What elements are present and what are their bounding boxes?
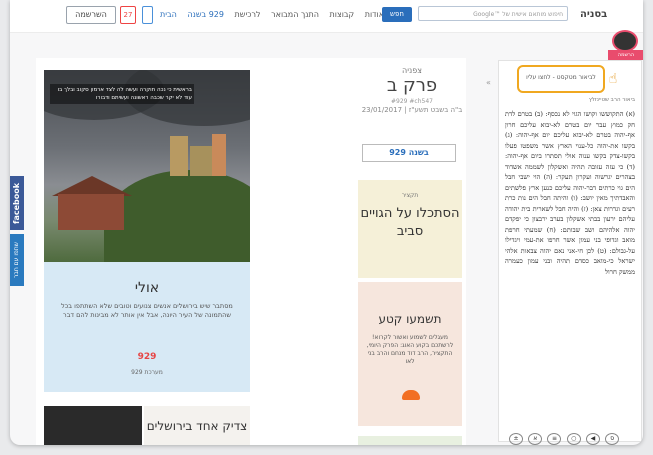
summary-title: הסתכלו על הגויים סביב [360, 206, 460, 239]
house-shape [58, 194, 124, 230]
audio-title: תשמעו קטע [378, 312, 442, 326]
book-selector[interactable]: בסניה [580, 9, 607, 20]
castle-shape [164, 130, 234, 190]
house-roof-shape [52, 176, 132, 196]
brand-logo: 929 [137, 352, 157, 362]
nav-item-tanakh[interactable]: התנך המבואר [271, 10, 319, 19]
chapter-column: צפניה פרק ב #929 #ch547 23/01/2017 | ב"ה… [264, 58, 464, 445]
main-content: בראשית כי נכה חוקרה ועשה לה לצד ארמון סק… [36, 58, 466, 445]
nav-item-counter[interactable]: 929 בשנה [187, 10, 224, 19]
search-button[interactable]: חפש [382, 7, 412, 22]
text-panel: לביאור מטקסט - לחצו עליו ☝ ביאור הרב שטי… [498, 60, 642, 445]
main-nav: אודות קבוצות התנך המבואר לרכישת 929 בשנה… [160, 10, 392, 19]
avatar-badge[interactable] [612, 30, 638, 52]
share-friend-button[interactable]: שתפו עם חבר [10, 234, 24, 286]
hand-pointer-icon: ☝ [608, 71, 618, 87]
nav-item-groups[interactable]: קבוצות [330, 10, 355, 19]
chapter-title: פרק ב [386, 75, 438, 96]
panel-header-button[interactable]: לביאור מטקסט - לחצו עליו [517, 65, 605, 93]
audio-card[interactable]: תשמעו קטע מעגלים לשמוע ואשור לקרוא! לרשת… [358, 282, 462, 426]
chapter-tags: #929 #ch547 [391, 98, 433, 105]
image-overlay-text: בראשית כי נכה חוקרה ועשה לה לצד ארמון סק… [50, 84, 194, 104]
counter-button[interactable]: 929 בשנה [362, 144, 456, 162]
phone-icon[interactable] [142, 6, 153, 24]
aleph-icon[interactable]: א [528, 433, 543, 445]
feature-image[interactable]: בראשית כי נכה חוקרה ועשה לה לצד ארמון סק… [44, 70, 250, 262]
nav-item-purchase[interactable]: לרכישת [235, 10, 261, 19]
signup-tag[interactable]: הרשמה למהדורת [608, 50, 643, 68]
chapter-book: צפניה [402, 66, 422, 75]
menu-icon[interactable]: ≡ [547, 433, 562, 445]
browser-stage: השרשמה 27 אודות קבוצות התנך המבואר לרכיש… [10, 0, 643, 445]
sub-bar: ב [10, 32, 643, 46]
summary-kicker: תקציר [401, 192, 419, 199]
chapter-text[interactable]: (א) התקוששו וקושו הגוי לא נכסף: (ב) בטרם… [505, 109, 635, 427]
screen-frame: השרשמה 27 אודות קבוצות התנך המבואר לרכיש… [0, 0, 653, 455]
panel-subheading: ביאור הרב שטיינזלץ [588, 97, 635, 103]
calendar-icon[interactable]: 27 [120, 6, 136, 24]
play-icon[interactable]: ◀ [585, 433, 600, 445]
audio-description: מעגלים לשמוע ואשור לקרוא! לרשתכם בקוע הא… [366, 334, 454, 365]
chapter-date: 23/01/2017 | ב"ה בשבט תשע"ז [361, 106, 463, 114]
top-bar: השרשמה 27 אודות קבוצות התנך המבואר לרכיש… [10, 0, 643, 33]
feature-card[interactable]: אולי מסתבר שיש בירושלים אנשים צנועים וטו… [44, 262, 250, 392]
font-size-icon[interactable]: ± [509, 433, 523, 445]
next-card[interactable] [358, 436, 462, 445]
summary-card[interactable]: תקציר הסתכלו על הגויים סביב [358, 180, 462, 278]
feature-description: מסתבר שיש בירושלים אנשים צנועים וטובים ש… [61, 302, 233, 319]
circle-icon[interactable]: ○ [566, 433, 581, 445]
text-toolbar: ± א ≡ ○ ◀ ס [509, 433, 637, 445]
collapse-arrow-icon[interactable]: « [486, 78, 491, 87]
chapter-header: צפניה פרק ב #929 #ch547 23/01/2017 | ב"ה… [360, 62, 464, 114]
bottom-card-title[interactable]: צדיק אחד בירושלים [144, 406, 250, 445]
login-button[interactable]: השרשמה [66, 6, 116, 24]
soundcloud-icon[interactable] [402, 390, 420, 400]
facebook-share-button[interactable]: facebook [10, 176, 24, 230]
search-input[interactable]: Google™ חיפוש מותאם אישית של [418, 6, 568, 21]
feature-title: אולי [134, 280, 160, 296]
brand-caption: מערכת 929 [131, 369, 163, 376]
portrait-image[interactable] [44, 406, 142, 445]
nav-item-home[interactable]: הבית [160, 10, 177, 19]
samech-icon[interactable]: ס [605, 433, 620, 445]
